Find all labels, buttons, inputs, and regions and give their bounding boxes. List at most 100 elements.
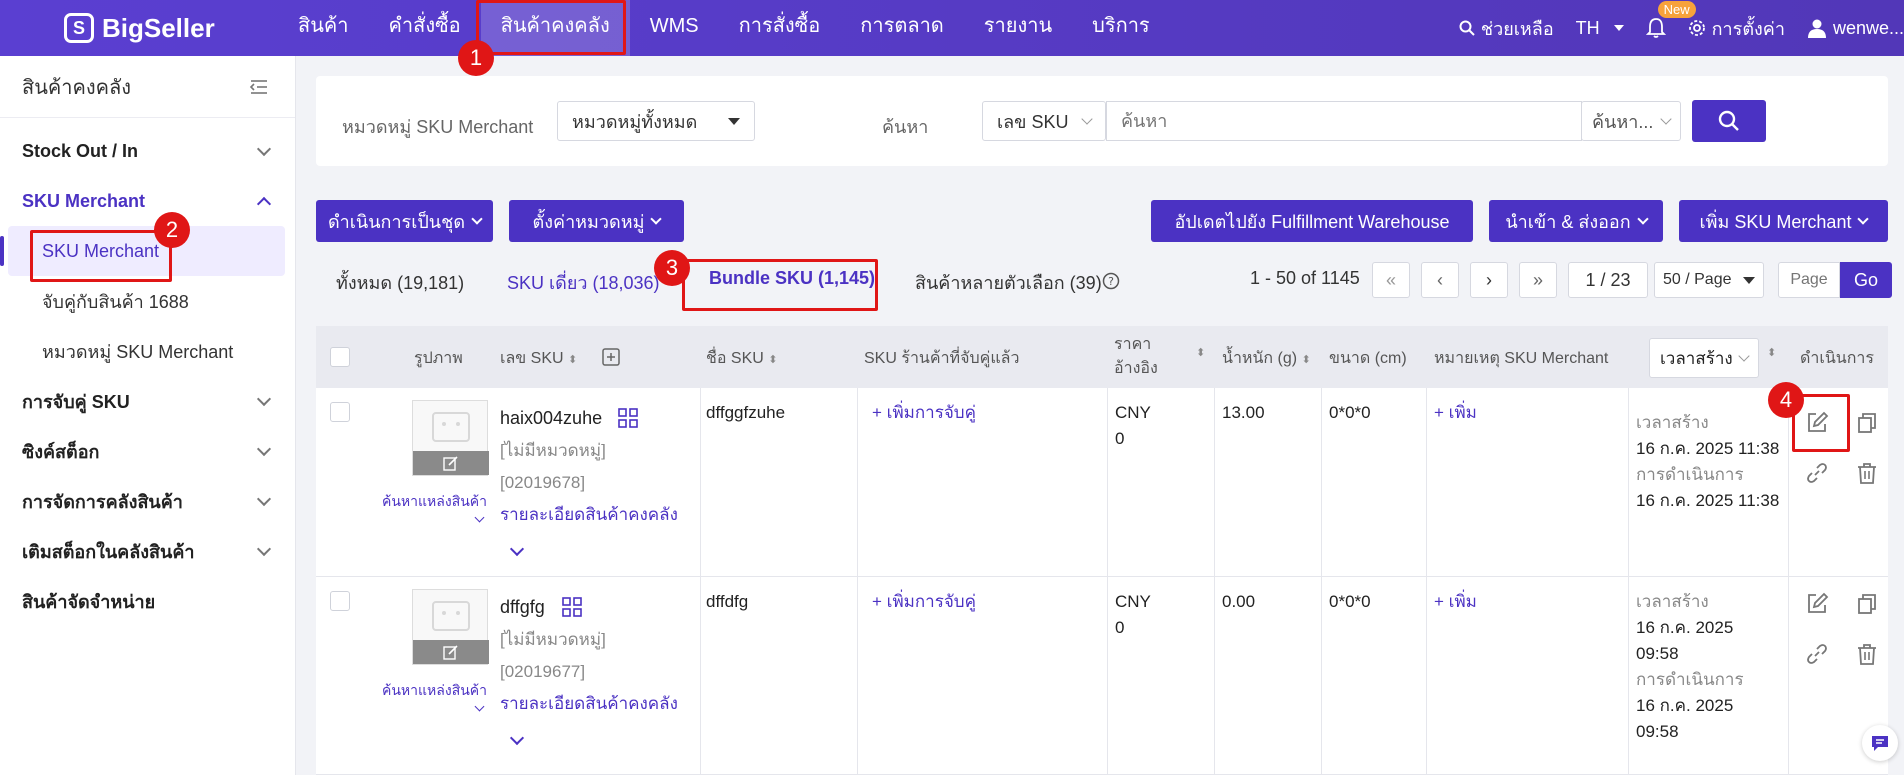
- bundle-grid-icon: [618, 408, 638, 428]
- sidebar-group-replenish[interactable]: เติมสต็อกในคลังสินค้า: [0, 526, 295, 576]
- sort-icon[interactable]: ⬍: [1196, 346, 1205, 359]
- search-icon: [1459, 20, 1475, 36]
- created-label: เวลาสร้าง: [1636, 592, 1709, 611]
- tab-variant-product[interactable]: สินค้าหลายตัวเลือก (39): [915, 268, 1102, 297]
- delete-button[interactable]: [1852, 639, 1882, 669]
- inventory-detail-link[interactable]: รายละเอียดสินค้าคงคลัง: [500, 502, 678, 528]
- product-image-placeholder[interactable]: [412, 589, 489, 665]
- column-divider: [1426, 388, 1427, 775]
- chevron-down-icon: [1636, 213, 1649, 225]
- update-fulfillment-button[interactable]: อัปเดตไปยัง Fulfillment Warehouse: [1151, 200, 1473, 242]
- chevron-down-icon[interactable]: [509, 541, 525, 557]
- help-link[interactable]: ช่วยเหลือ: [1459, 14, 1554, 43]
- add-column-icon[interactable]: [602, 348, 620, 366]
- go-button[interactable]: Go: [1840, 262, 1892, 298]
- nav-report[interactable]: รายงาน: [964, 0, 1072, 56]
- prev-page-button[interactable]: ‹: [1421, 262, 1459, 298]
- product-image-placeholder[interactable]: [412, 400, 489, 476]
- edit-image-bar[interactable]: [413, 451, 489, 475]
- find-source-link[interactable]: ค้นหาแหล่งสินค้า: [382, 677, 487, 703]
- first-page-button[interactable]: «: [1372, 262, 1410, 298]
- help-circle-icon[interactable]: ?: [1102, 272, 1120, 290]
- add-match-link[interactable]: + เพิ่มการจับคู่: [872, 589, 976, 615]
- sku-name: dffggfzuhe: [706, 403, 786, 422]
- chat-support-button[interactable]: [1862, 725, 1898, 761]
- svg-text:?: ?: [1108, 275, 1114, 288]
- next-page-button[interactable]: ›: [1470, 262, 1508, 298]
- weight-value: 13.00: [1222, 403, 1265, 422]
- search-button[interactable]: [1692, 100, 1766, 142]
- nav-wms[interactable]: WMS: [630, 0, 719, 56]
- link-button[interactable]: [1802, 458, 1832, 488]
- new-badge: New: [1657, 1, 1696, 18]
- chevron-down-icon[interactable]: [509, 730, 525, 746]
- edit-image-bar[interactable]: [413, 640, 489, 664]
- page-jump-input[interactable]: [1778, 262, 1840, 298]
- sidebar-group-sku-merchant[interactable]: SKU Merchant: [0, 176, 295, 226]
- last-page-button[interactable]: »: [1519, 262, 1557, 298]
- inventory-detail-link[interactable]: รายละเอียดสินค้าคงคลัง: [500, 691, 678, 717]
- link-button[interactable]: [1802, 639, 1832, 669]
- col-sku[interactable]: เลข SKU ⬍: [500, 346, 577, 371]
- edit-icon: [1808, 592, 1829, 613]
- sku-type-tabs: ทั้งหมด (19,181) SKU เดี่ยว (18,036) Bun…: [316, 258, 1892, 302]
- settings-link[interactable]: การตั้งค่า: [1688, 14, 1785, 43]
- add-match-link[interactable]: + เพิ่มการจับคู่: [872, 400, 976, 426]
- add-sku-label: เพิ่ม SKU Merchant: [1699, 211, 1852, 232]
- logo[interactable]: S BigSeller: [64, 10, 215, 46]
- add-sku-button[interactable]: เพิ่ม SKU Merchant: [1679, 200, 1888, 242]
- chevron-down-icon[interactable]: [474, 701, 485, 712]
- tab-single-sku[interactable]: SKU เดี่ยว (18,036): [507, 268, 660, 297]
- col-name[interactable]: ชื่อ SKU ⬍: [706, 346, 777, 371]
- per-page-select[interactable]: 50 / Page: [1654, 262, 1764, 298]
- search-label: ค้นหา: [882, 117, 929, 137]
- chevron-down-icon[interactable]: [474, 512, 485, 523]
- edit-button[interactable]: [1802, 589, 1832, 619]
- trash-icon: [1858, 644, 1876, 665]
- sidebar-group-distribution[interactable]: สินค้าจัดจำหน่าย: [0, 576, 295, 626]
- column-divider: [700, 388, 701, 775]
- sku-code[interactable]: dffgfg: [500, 594, 545, 620]
- sku-code[interactable]: haix004zuhe: [500, 405, 602, 431]
- sidebar-group-warehouse-management[interactable]: การจัดการคลังสินค้า: [0, 476, 295, 526]
- sidebar-group-stock-sync[interactable]: ซิงค์สต็อก: [0, 426, 295, 476]
- copy-button[interactable]: [1852, 589, 1882, 619]
- sidebar-group-sku-mapping[interactable]: การจับคู่ SKU: [0, 376, 295, 426]
- edit-icon: [443, 645, 458, 660]
- col-weight[interactable]: น้ำหนัก (g) ⬍: [1222, 346, 1311, 371]
- search-mode-select[interactable]: ค้นหา...: [1581, 101, 1681, 141]
- search-type-select[interactable]: เลข SKU: [982, 101, 1106, 141]
- add-note-link[interactable]: + เพิ่ม: [1434, 589, 1477, 615]
- find-source-link[interactable]: ค้นหาแหล่งสินค้า: [382, 488, 487, 514]
- language-select[interactable]: TH: [1576, 18, 1624, 39]
- chevron-down-icon: [650, 213, 663, 225]
- image-placeholder-icon: [432, 412, 470, 442]
- user-menu[interactable]: wenwe...: [1807, 18, 1904, 39]
- sort-icon[interactable]: ⬍: [1767, 346, 1776, 359]
- col-image: รูปภาพ: [414, 350, 463, 367]
- add-note-link[interactable]: + เพิ่ม: [1434, 400, 1477, 426]
- collapse-menu-icon[interactable]: [249, 79, 269, 95]
- nav-service[interactable]: บริการ: [1072, 0, 1170, 56]
- set-category-button[interactable]: ตั้งค่าหมวดหมู่: [509, 200, 684, 242]
- notification-button[interactable]: New: [1645, 1, 1696, 39]
- tab-all[interactable]: ทั้งหมด (19,181): [336, 268, 464, 297]
- row-checkbox[interactable]: [330, 402, 350, 422]
- sidebar-item-1688-match[interactable]: จับคู่กับสินค้า 1688: [0, 276, 295, 326]
- nav-purchase[interactable]: การสั่งซื้อ: [719, 0, 841, 56]
- import-export-button[interactable]: นำเข้า & ส่งออก: [1489, 200, 1663, 242]
- nav-product[interactable]: สินค้า: [278, 0, 369, 56]
- sidebar-group-stock-in-out[interactable]: Stock Out / In: [0, 126, 295, 176]
- select-all-checkbox[interactable]: [330, 347, 350, 367]
- time-sort-select[interactable]: เวลาสร้าง: [1649, 338, 1759, 378]
- nav-marketing[interactable]: การตลาด: [840, 0, 964, 56]
- sidebar-item-sku-category[interactable]: หมวดหมู่ SKU Merchant: [0, 326, 295, 376]
- copy-button[interactable]: [1852, 408, 1882, 438]
- search-input[interactable]: [1106, 101, 1582, 141]
- category-select[interactable]: หมวดหมู่ทั้งหมด: [557, 101, 755, 141]
- row-checkbox[interactable]: [330, 591, 350, 611]
- delete-button[interactable]: [1852, 458, 1882, 488]
- user-name: wenwe...: [1832, 17, 1904, 38]
- bulk-action-button[interactable]: ดำเนินการเป็นชุด: [316, 200, 493, 242]
- page-indicator[interactable]: 1 / 23: [1568, 262, 1648, 298]
